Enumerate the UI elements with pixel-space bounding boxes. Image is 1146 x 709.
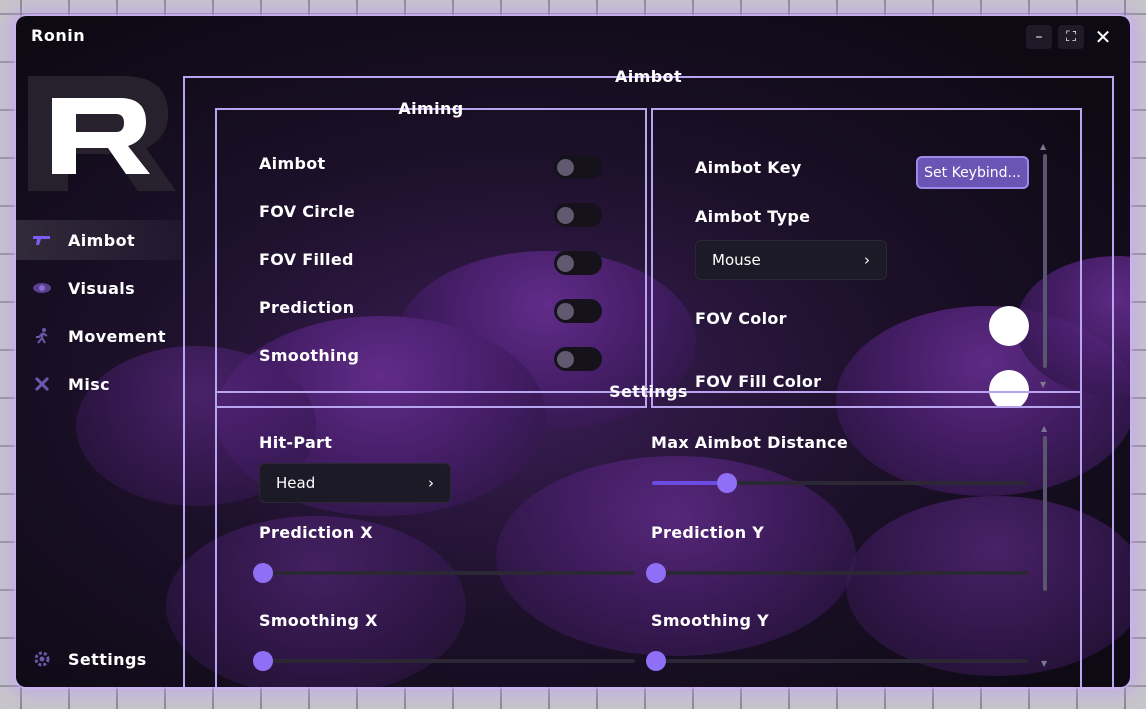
scroll-up-arrow[interactable]: ▲: [1040, 142, 1046, 151]
scroll-down-arrow[interactable]: ▼: [1041, 659, 1047, 668]
aiming-panel-title: Aiming: [398, 99, 464, 118]
slider-fill: [652, 481, 724, 485]
smoothing-y-label: Smoothing Y: [651, 611, 770, 630]
minimize-button[interactable]: –: [1026, 25, 1052, 49]
max-distance-label: Max Aimbot Distance: [651, 433, 848, 452]
scroll-up-arrow[interactable]: ▲: [1041, 424, 1047, 433]
toggle-label-fov-circle: FOV Circle: [259, 202, 355, 221]
smoothing-x-label: Smoothing X: [259, 611, 378, 630]
chevron-right-icon: ›: [864, 251, 870, 269]
prediction-y-label: Prediction Y: [651, 523, 765, 542]
close-button[interactable]: ✕: [1090, 25, 1116, 49]
aimbot-type-dropdown[interactable]: Mouse ›: [695, 240, 887, 280]
customizability-panel: Aimbot Key Set Keybind... Aimbot Type Mo…: [651, 108, 1082, 408]
sidebar-item-label: Misc: [68, 374, 111, 394]
toggle-label-smoothing: Smoothing: [259, 346, 360, 365]
ronin-logo: [28, 76, 176, 191]
sidebar-item-visuals[interactable]: Visuals: [16, 268, 182, 308]
aimbot-type-label: Aimbot Type: [695, 207, 811, 226]
chevron-right-icon: ›: [428, 474, 434, 492]
max-distance-slider[interactable]: [652, 473, 1028, 493]
smoothing-toggle[interactable]: [554, 347, 602, 371]
running-icon: [32, 326, 52, 346]
app-window: Ronin – ⛶ ✕ Aimbot Visuals Movement Misc: [16, 16, 1130, 687]
slider-knob[interactable]: [646, 651, 666, 671]
sidebar-item-misc[interactable]: Misc: [16, 364, 182, 404]
sidebar-item-label: Visuals: [68, 278, 136, 298]
toggle-label-prediction: Prediction: [259, 298, 355, 317]
settings-scrollbar[interactable]: [1043, 436, 1047, 591]
smoothing-x-slider[interactable]: [253, 651, 635, 671]
sidebar-item-aimbot[interactable]: Aimbot: [16, 220, 182, 260]
prediction-toggle[interactable]: [554, 299, 602, 323]
smoothing-y-slider[interactable]: [646, 651, 1028, 671]
fov-filled-toggle[interactable]: [554, 251, 602, 275]
aimbot-toggle[interactable]: [554, 155, 602, 179]
gun-icon: [32, 230, 52, 250]
gear-icon: [32, 649, 52, 669]
customizability-scrollbar[interactable]: [1043, 154, 1047, 368]
fov-color-swatch[interactable]: [989, 306, 1029, 346]
aimbot-panel-title: Aimbot: [614, 67, 683, 86]
aimbot-key-label: Aimbot Key: [695, 158, 802, 177]
prediction-x-slider[interactable]: [253, 563, 635, 583]
sidebar-item-settings[interactable]: Settings: [16, 639, 182, 679]
sidebar-item-movement[interactable]: Movement: [16, 316, 182, 356]
eye-icon: [32, 278, 52, 298]
maximize-button[interactable]: ⛶: [1058, 25, 1084, 49]
prediction-y-slider[interactable]: [646, 563, 1028, 583]
aimbot-type-value: Mouse: [712, 251, 761, 269]
slider-knob[interactable]: [253, 563, 273, 583]
hit-part-dropdown[interactable]: Head ›: [259, 463, 451, 503]
slider-knob[interactable]: [253, 651, 273, 671]
settings-panel-title: Settings: [609, 382, 688, 401]
title-bar[interactable]: Ronin – ⛶ ✕: [16, 16, 1130, 56]
toggle-label-aimbot: Aimbot: [259, 154, 326, 173]
slider-knob[interactable]: [646, 563, 666, 583]
set-keybind-button[interactable]: Set Keybind...: [916, 156, 1029, 189]
sidebar-item-label: Settings: [68, 649, 147, 669]
fov-color-label: FOV Color: [695, 309, 787, 328]
prediction-x-label: Prediction X: [259, 523, 373, 542]
sidebar-item-label: Aimbot: [68, 230, 136, 250]
sidebar-item-label: Movement: [68, 326, 166, 346]
toggle-label-fov-filled: FOV Filled: [259, 250, 354, 269]
app-title: Ronin: [31, 26, 86, 45]
hit-part-value: Head: [276, 474, 316, 492]
fov-circle-toggle[interactable]: [554, 203, 602, 227]
tools-icon: [32, 374, 52, 394]
hit-part-label: Hit-Part: [259, 433, 333, 452]
